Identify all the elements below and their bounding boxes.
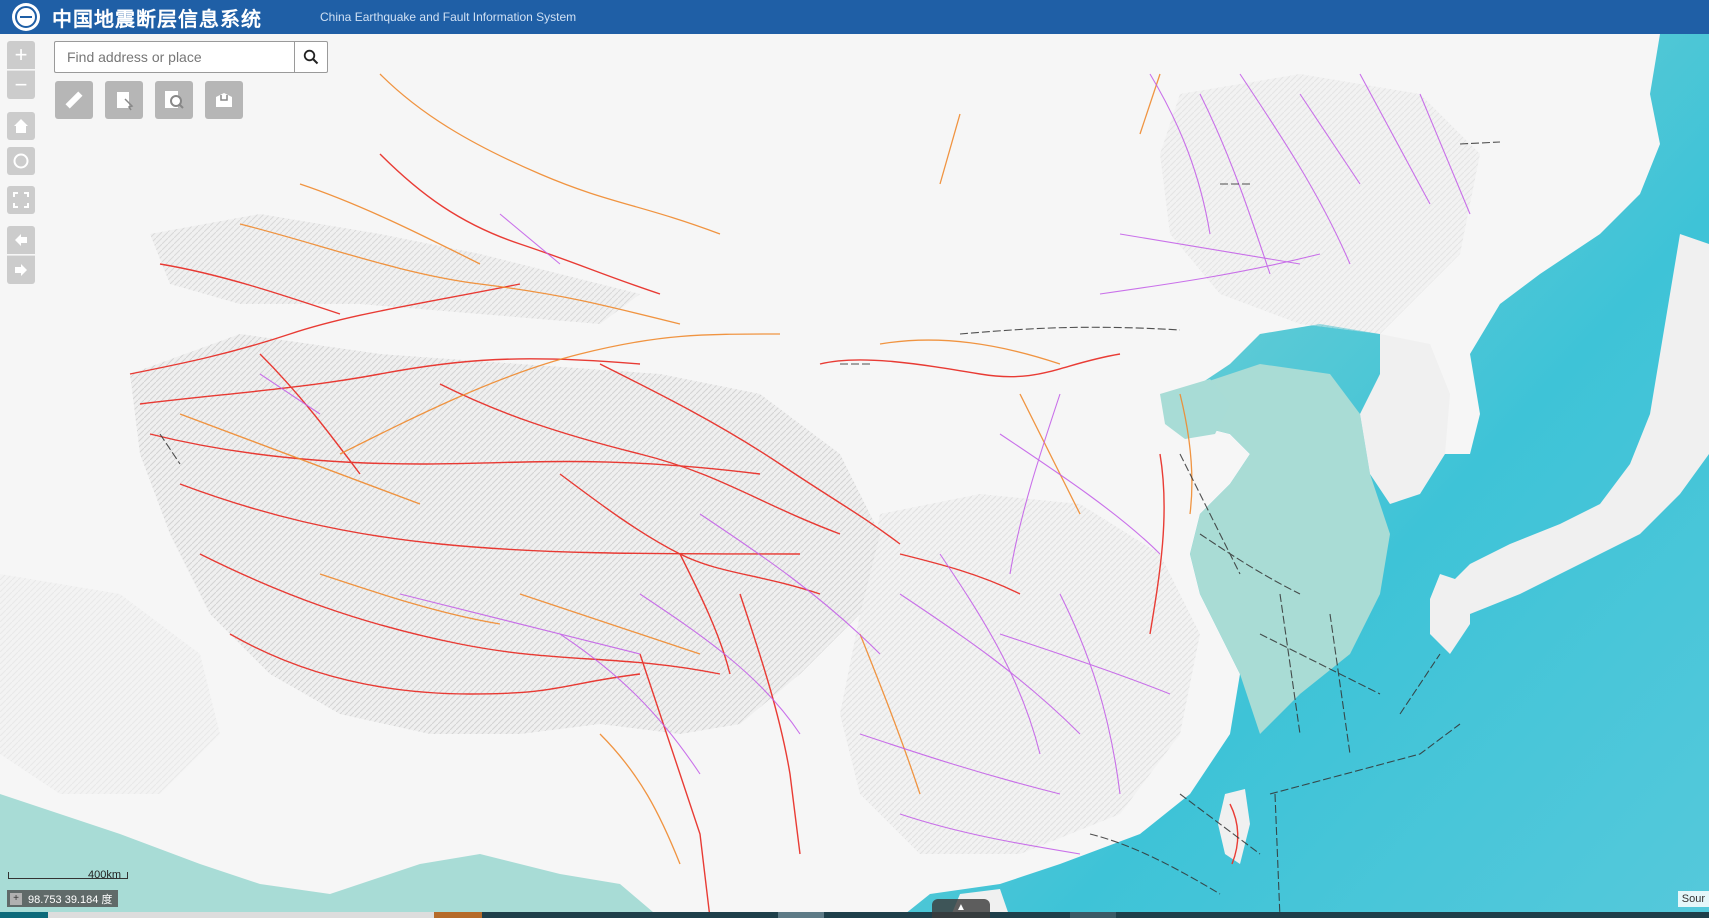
bottom-panel-toggle[interactable]: ▲ — [932, 899, 990, 918]
search-bar — [54, 41, 328, 73]
search-map-icon — [165, 91, 184, 109]
search-input[interactable] — [54, 41, 294, 73]
basemap-tool-button[interactable] — [205, 81, 243, 119]
map-attribution[interactable]: Sour — [1677, 891, 1709, 907]
home-button[interactable] — [7, 112, 35, 140]
bottom-panel-strip — [0, 912, 1709, 918]
extent-back-button[interactable] — [7, 226, 35, 254]
fullscreen-button[interactable] — [7, 186, 35, 214]
query-tool-button[interactable] — [155, 81, 193, 119]
app-root: 中国地震断层信息系统 China Earthquake and Fault In… — [0, 0, 1709, 918]
fullscreen-icon — [13, 192, 29, 208]
globe-logo-icon — [12, 3, 40, 31]
identify-icon — [117, 92, 134, 111]
app-subtitle: China Earthquake and Fault Information S… — [320, 10, 577, 24]
ruler-icon — [65, 91, 83, 109]
scale-label: 400km — [88, 869, 122, 881]
locate-button[interactable] — [7, 147, 35, 175]
extent-forward-button[interactable] — [7, 255, 35, 284]
search-icon — [303, 49, 319, 65]
home-icon — [14, 119, 28, 133]
locate-icon — [13, 153, 29, 169]
identify-tool-button[interactable] — [105, 81, 143, 119]
coordinate-text: 98.753 39.184 度 — [28, 893, 113, 906]
fault-map[interactable] — [0, 34, 1709, 918]
search-button[interactable] — [294, 41, 328, 73]
map-canvas — [0, 34, 1709, 918]
zoom-in-icon: + — [14, 42, 28, 67]
measure-tool-button[interactable] — [55, 81, 93, 119]
coordinate-toggle-icon[interactable]: + — [10, 892, 22, 905]
arrow-right-icon — [15, 264, 27, 276]
zoom-in-button[interactable]: + — [7, 41, 35, 69]
app-header: 中国地震断层信息系统 China Earthquake and Fault In… — [0, 0, 1709, 34]
zoom-out-button[interactable]: − — [7, 70, 35, 99]
basemap-icon — [216, 93, 232, 107]
app-title: 中国地震断层信息系统 — [52, 8, 262, 31]
coordinate-display: + 98.753 39.184 度 — [7, 890, 119, 907]
zoom-out-icon: − — [14, 72, 28, 97]
arrow-left-icon — [15, 234, 27, 246]
